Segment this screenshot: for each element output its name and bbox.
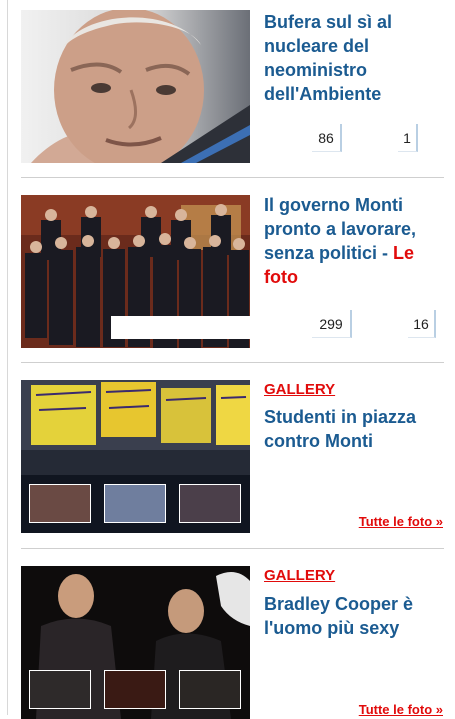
gallery-mini-photo-2[interactable]: [104, 484, 166, 523]
gallery-mini-photo-3[interactable]: [179, 670, 241, 709]
comment-count[interactable]: 299: [312, 310, 352, 338]
gallery-mini-photo-1[interactable]: [29, 484, 91, 523]
all-photos-link[interactable]: Tutte le foto »: [359, 514, 443, 529]
share-count[interactable]: 16: [408, 310, 436, 338]
comment-count[interactable]: 86: [312, 124, 342, 152]
gallery-mini-photo-1[interactable]: [29, 670, 91, 709]
gallery-thumbnail-students[interactable]: [21, 380, 250, 533]
article-thumbnail-government[interactable]: [21, 195, 250, 348]
article-title[interactable]: Bufera sul sì al nucleare del neoministr…: [264, 10, 442, 106]
gallery-label[interactable]: GALLERY: [264, 381, 335, 398]
left-divider-line: [7, 0, 8, 715]
share-count[interactable]: 1: [398, 124, 418, 152]
gallery-title[interactable]: Bradley Cooper è l'uomo più sexy: [264, 592, 442, 640]
gallery-mini-photo-2[interactable]: [104, 670, 166, 709]
gallery-mini-photo-3[interactable]: [179, 484, 241, 523]
divider: [21, 177, 444, 178]
gallery-title[interactable]: Studenti in piazza contro Monti: [264, 405, 442, 453]
article-thumbnail-minister[interactable]: [21, 10, 250, 163]
divider: [21, 548, 444, 549]
divider: [21, 362, 444, 363]
article-title[interactable]: Il governo Monti pronto a lavorare, senz…: [264, 193, 442, 289]
gallery-label[interactable]: GALLERY: [264, 567, 335, 584]
gallery-thumbnail-bradley-cooper[interactable]: [21, 566, 250, 719]
